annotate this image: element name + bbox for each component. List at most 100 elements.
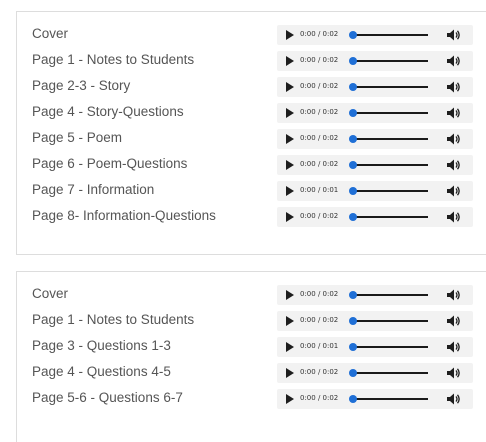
seek-thumb[interactable] bbox=[349, 161, 357, 169]
seek-thumb[interactable] bbox=[349, 291, 357, 299]
track-list: Cover 0:00 / 0:02 Page 1 - Notes to Stud… bbox=[17, 282, 486, 412]
seek-bar[interactable] bbox=[349, 135, 428, 143]
seek-bar[interactable] bbox=[349, 395, 428, 403]
play-icon[interactable] bbox=[286, 108, 294, 118]
seek-thumb[interactable] bbox=[349, 395, 357, 403]
track-row: Page 2-3 - Story 0:00 / 0:02 bbox=[17, 74, 486, 100]
track-title: Cover bbox=[32, 286, 69, 301]
volume-icon[interactable] bbox=[447, 107, 461, 119]
play-icon[interactable] bbox=[286, 30, 294, 40]
track-row: Cover 0:00 / 0:02 bbox=[17, 22, 486, 48]
seek-bar[interactable] bbox=[349, 31, 428, 39]
play-icon[interactable] bbox=[286, 342, 294, 352]
seek-bar[interactable] bbox=[349, 317, 428, 325]
seek-thumb[interactable] bbox=[349, 83, 357, 91]
seek-thumb[interactable] bbox=[349, 343, 357, 351]
volume-icon[interactable] bbox=[447, 55, 461, 67]
volume-icon[interactable] bbox=[447, 185, 461, 197]
seek-bar[interactable] bbox=[349, 187, 428, 195]
seek-bar[interactable] bbox=[349, 161, 428, 169]
seek-thumb[interactable] bbox=[349, 317, 357, 325]
audio-panel: Cover 0:00 / 0:02 Page 1 - Notes to Stud… bbox=[16, 271, 486, 442]
seek-bar[interactable] bbox=[349, 343, 428, 351]
audio-player[interactable]: 0:00 / 0:02 bbox=[277, 285, 473, 305]
audio-player[interactable]: 0:00 / 0:02 bbox=[277, 103, 473, 123]
time-display: 0:00 / 0:02 bbox=[300, 160, 339, 168]
volume-icon[interactable] bbox=[447, 367, 461, 379]
track-title: Page 2-3 - Story bbox=[32, 78, 131, 93]
volume-icon[interactable] bbox=[447, 315, 461, 327]
seek-bar[interactable] bbox=[349, 57, 428, 65]
track-row: Page 4 - Story-Questions 0:00 / 0:02 bbox=[17, 100, 486, 126]
track-row: Page 4 - Questions 4-5 0:00 / 0:02 bbox=[17, 360, 486, 386]
audio-player[interactable]: 0:00 / 0:02 bbox=[277, 25, 473, 45]
track-title: Page 6 - Poem-Questions bbox=[32, 156, 188, 171]
track-row: Page 1 - Notes to Students 0:00 / 0:02 bbox=[17, 308, 486, 334]
time-display: 0:00 / 0:02 bbox=[300, 30, 339, 38]
track-row: Page 5 - Poem 0:00 / 0:02 bbox=[17, 126, 486, 152]
audio-player[interactable]: 0:00 / 0:01 bbox=[277, 337, 473, 357]
audio-player[interactable]: 0:00 / 0:02 bbox=[277, 207, 473, 227]
seek-thumb[interactable] bbox=[349, 57, 357, 65]
track-row: Page 5-6 - Questions 6-7 0:00 / 0:02 bbox=[17, 386, 486, 412]
seek-thumb[interactable] bbox=[349, 187, 357, 195]
play-icon[interactable] bbox=[286, 368, 294, 378]
play-icon[interactable] bbox=[286, 316, 294, 326]
audio-player[interactable]: 0:00 / 0:02 bbox=[277, 129, 473, 149]
play-icon[interactable] bbox=[286, 56, 294, 66]
audio-player[interactable]: 0:00 / 0:02 bbox=[277, 77, 473, 97]
track-title: Page 4 - Questions 4-5 bbox=[32, 364, 171, 379]
play-icon[interactable] bbox=[286, 212, 294, 222]
seek-thumb[interactable] bbox=[349, 213, 357, 221]
track-row: Page 6 - Poem-Questions 0:00 / 0:02 bbox=[17, 152, 486, 178]
time-display: 0:00 / 0:01 bbox=[300, 342, 339, 350]
volume-icon[interactable] bbox=[447, 159, 461, 171]
track-list: Cover 0:00 / 0:02 Page 1 - Notes to Stud… bbox=[17, 22, 486, 230]
seek-bar[interactable] bbox=[349, 369, 428, 377]
track-title: Page 7 - Information bbox=[32, 182, 155, 197]
audio-player[interactable]: 0:00 / 0:02 bbox=[277, 389, 473, 409]
time-display: 0:00 / 0:02 bbox=[300, 316, 339, 324]
audio-panel: Cover 0:00 / 0:02 Page 1 - Notes to Stud… bbox=[16, 11, 486, 255]
play-icon[interactable] bbox=[286, 186, 294, 196]
track-row: Page 1 - Notes to Students 0:00 / 0:02 bbox=[17, 48, 486, 74]
track-row: Page 3 - Questions 1-3 0:00 / 0:01 bbox=[17, 334, 486, 360]
time-display: 0:00 / 0:02 bbox=[300, 368, 339, 376]
volume-icon[interactable] bbox=[447, 133, 461, 145]
play-icon[interactable] bbox=[286, 134, 294, 144]
volume-icon[interactable] bbox=[447, 289, 461, 301]
track-title: Page 1 - Notes to Students bbox=[32, 52, 195, 67]
track-row: Page 8- Information-Questions 0:00 / 0:0… bbox=[17, 204, 486, 230]
track-row: Page 7 - Information 0:00 / 0:01 bbox=[17, 178, 486, 204]
volume-icon[interactable] bbox=[447, 81, 461, 93]
seek-bar[interactable] bbox=[349, 291, 428, 299]
seek-thumb[interactable] bbox=[349, 135, 357, 143]
track-title: Page 4 - Story-Questions bbox=[32, 104, 184, 119]
audio-player[interactable]: 0:00 / 0:02 bbox=[277, 155, 473, 175]
volume-icon[interactable] bbox=[447, 393, 461, 405]
time-display: 0:00 / 0:02 bbox=[300, 290, 339, 298]
audio-player[interactable]: 0:00 / 0:02 bbox=[277, 363, 473, 383]
play-icon[interactable] bbox=[286, 82, 294, 92]
track-title: Page 8- Information-Questions bbox=[32, 208, 216, 223]
seek-bar[interactable] bbox=[349, 83, 428, 91]
track-title: Cover bbox=[32, 26, 69, 41]
time-display: 0:00 / 0:02 bbox=[300, 56, 339, 64]
seek-thumb[interactable] bbox=[349, 31, 357, 39]
play-icon[interactable] bbox=[286, 160, 294, 170]
audio-player[interactable]: 0:00 / 0:02 bbox=[277, 51, 473, 71]
time-display: 0:00 / 0:02 bbox=[300, 394, 339, 402]
time-display: 0:00 / 0:02 bbox=[300, 134, 339, 142]
volume-icon[interactable] bbox=[447, 211, 461, 223]
volume-icon[interactable] bbox=[447, 29, 461, 41]
seek-thumb[interactable] bbox=[349, 369, 357, 377]
audio-player[interactable]: 0:00 / 0:02 bbox=[277, 311, 473, 331]
seek-thumb[interactable] bbox=[349, 109, 357, 117]
seek-bar[interactable] bbox=[349, 213, 428, 221]
play-icon[interactable] bbox=[286, 394, 294, 404]
time-display: 0:00 / 0:02 bbox=[300, 108, 339, 116]
audio-player[interactable]: 0:00 / 0:01 bbox=[277, 181, 473, 201]
volume-icon[interactable] bbox=[447, 341, 461, 353]
play-icon[interactable] bbox=[286, 290, 294, 300]
seek-bar[interactable] bbox=[349, 109, 428, 117]
